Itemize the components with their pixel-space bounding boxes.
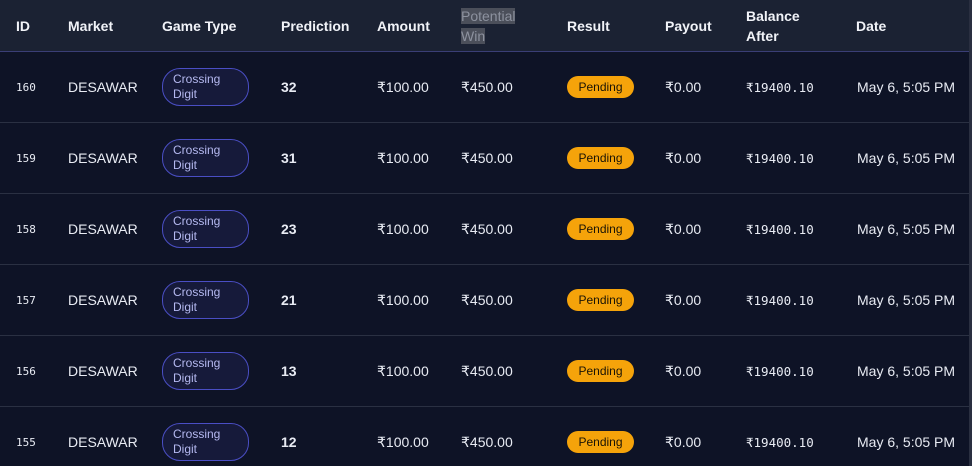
balance-after-value: ₹19400.10: [746, 79, 814, 95]
amount-value: ₹100.00: [377, 78, 429, 95]
amount-value: ₹100.00: [377, 149, 429, 166]
column-header-market[interactable]: Market: [68, 0, 113, 51]
result-cell: Pending: [567, 407, 634, 466]
bets-table: ID Market Game Type Prediction Amount Po…: [0, 0, 972, 466]
table-body: 160 DESAWAR Crossing Digit 32 ₹100.00 ₹4…: [0, 52, 972, 466]
payout-value: ₹0.00: [665, 291, 702, 308]
bet-id: 156: [16, 364, 36, 378]
potential-win-value: ₹450.00: [461, 362, 513, 379]
result-cell: Pending: [567, 123, 634, 193]
game-type-chip: Crossing Digit: [162, 423, 249, 461]
balance-after-value: ₹19400.10: [746, 292, 814, 308]
amount-value: ₹100.00: [377, 291, 429, 308]
game-type-chip: Crossing Digit: [162, 352, 249, 390]
potential-win-value: ₹450.00: [461, 291, 513, 308]
table-row[interactable]: 157 DESAWAR Crossing Digit 21 ₹100.00 ₹4…: [0, 265, 972, 336]
payout-value: ₹0.00: [665, 78, 702, 95]
prediction-value: 21: [281, 292, 297, 308]
column-header-id[interactable]: ID: [16, 0, 30, 51]
amount-value: ₹100.00: [377, 220, 429, 237]
game-type-chip: Crossing Digit: [162, 68, 249, 106]
table-row[interactable]: 160 DESAWAR Crossing Digit 32 ₹100.00 ₹4…: [0, 52, 972, 123]
game-type-cell: Crossing Digit: [162, 52, 249, 122]
status-badge: Pending: [567, 431, 634, 453]
date-value: May 6, 5:05 PM: [857, 150, 956, 166]
status-badge: Pending: [567, 218, 634, 240]
column-header-date[interactable]: Date: [856, 0, 886, 51]
market-name: DESAWAR: [68, 150, 138, 166]
potential-win-value: ₹450.00: [461, 220, 513, 237]
result-cell: Pending: [567, 336, 634, 406]
prediction-value: 32: [281, 79, 297, 95]
column-header-amount[interactable]: Amount: [377, 0, 430, 51]
amount-value: ₹100.00: [377, 433, 429, 450]
potential-win-value: ₹450.00: [461, 149, 513, 166]
game-type-chip: Crossing Digit: [162, 281, 249, 319]
status-badge: Pending: [567, 76, 634, 98]
column-header-payout[interactable]: Payout: [665, 0, 712, 51]
date-value: May 6, 5:05 PM: [857, 292, 956, 308]
date-value: May 6, 5:05 PM: [857, 434, 956, 450]
status-badge: Pending: [567, 147, 634, 169]
game-type-cell: Crossing Digit: [162, 265, 249, 335]
prediction-value: 23: [281, 221, 297, 237]
status-badge: Pending: [567, 289, 634, 311]
bet-id: 158: [16, 222, 36, 236]
potential-win-value: ₹450.00: [461, 78, 513, 95]
bet-id: 157: [16, 293, 36, 307]
game-type-chip: Crossing Digit: [162, 210, 249, 248]
table-row[interactable]: 156 DESAWAR Crossing Digit 13 ₹100.00 ₹4…: [0, 336, 972, 407]
column-header-prediction[interactable]: Prediction: [281, 0, 349, 51]
table-header: ID Market Game Type Prediction Amount Po…: [0, 0, 972, 52]
payout-value: ₹0.00: [665, 362, 702, 379]
column-header-balance-after[interactable]: Balance After: [746, 0, 800, 51]
table-row[interactable]: 155 DESAWAR Crossing Digit 12 ₹100.00 ₹4…: [0, 407, 972, 466]
bet-id: 160: [16, 80, 36, 94]
bet-id: 155: [16, 435, 36, 449]
market-name: DESAWAR: [68, 363, 138, 379]
market-name: DESAWAR: [68, 79, 138, 95]
balance-after-value: ₹19400.10: [746, 363, 814, 379]
potential-win-value: ₹450.00: [461, 433, 513, 450]
amount-value: ₹100.00: [377, 362, 429, 379]
column-header-result[interactable]: Result: [567, 0, 610, 51]
market-name: DESAWAR: [68, 221, 138, 237]
result-cell: Pending: [567, 52, 634, 122]
balance-after-value: ₹19400.10: [746, 221, 814, 237]
prediction-value: 13: [281, 363, 297, 379]
payout-value: ₹0.00: [665, 220, 702, 237]
column-header-potential-win[interactable]: Potential Win: [461, 0, 516, 51]
game-type-cell: Crossing Digit: [162, 194, 249, 264]
game-type-cell: Crossing Digit: [162, 407, 249, 466]
table-row[interactable]: 158 DESAWAR Crossing Digit 23 ₹100.00 ₹4…: [0, 194, 972, 265]
status-badge: Pending: [567, 360, 634, 382]
market-name: DESAWAR: [68, 292, 138, 308]
table-row[interactable]: 159 DESAWAR Crossing Digit 31 ₹100.00 ₹4…: [0, 123, 972, 194]
prediction-value: 12: [281, 434, 297, 450]
balance-after-value: ₹19400.10: [746, 434, 814, 450]
payout-value: ₹0.00: [665, 149, 702, 166]
date-value: May 6, 5:05 PM: [857, 221, 956, 237]
prediction-value: 31: [281, 150, 297, 166]
game-type-cell: Crossing Digit: [162, 123, 249, 193]
result-cell: Pending: [567, 265, 634, 335]
game-type-chip: Crossing Digit: [162, 139, 249, 177]
balance-after-value: ₹19400.10: [746, 150, 814, 166]
date-value: May 6, 5:05 PM: [857, 363, 956, 379]
result-cell: Pending: [567, 194, 634, 264]
market-name: DESAWAR: [68, 434, 138, 450]
payout-value: ₹0.00: [665, 433, 702, 450]
column-header-game-type[interactable]: Game Type: [162, 0, 236, 51]
bet-id: 159: [16, 151, 36, 165]
game-type-cell: Crossing Digit: [162, 336, 249, 406]
date-value: May 6, 5:05 PM: [857, 79, 956, 95]
